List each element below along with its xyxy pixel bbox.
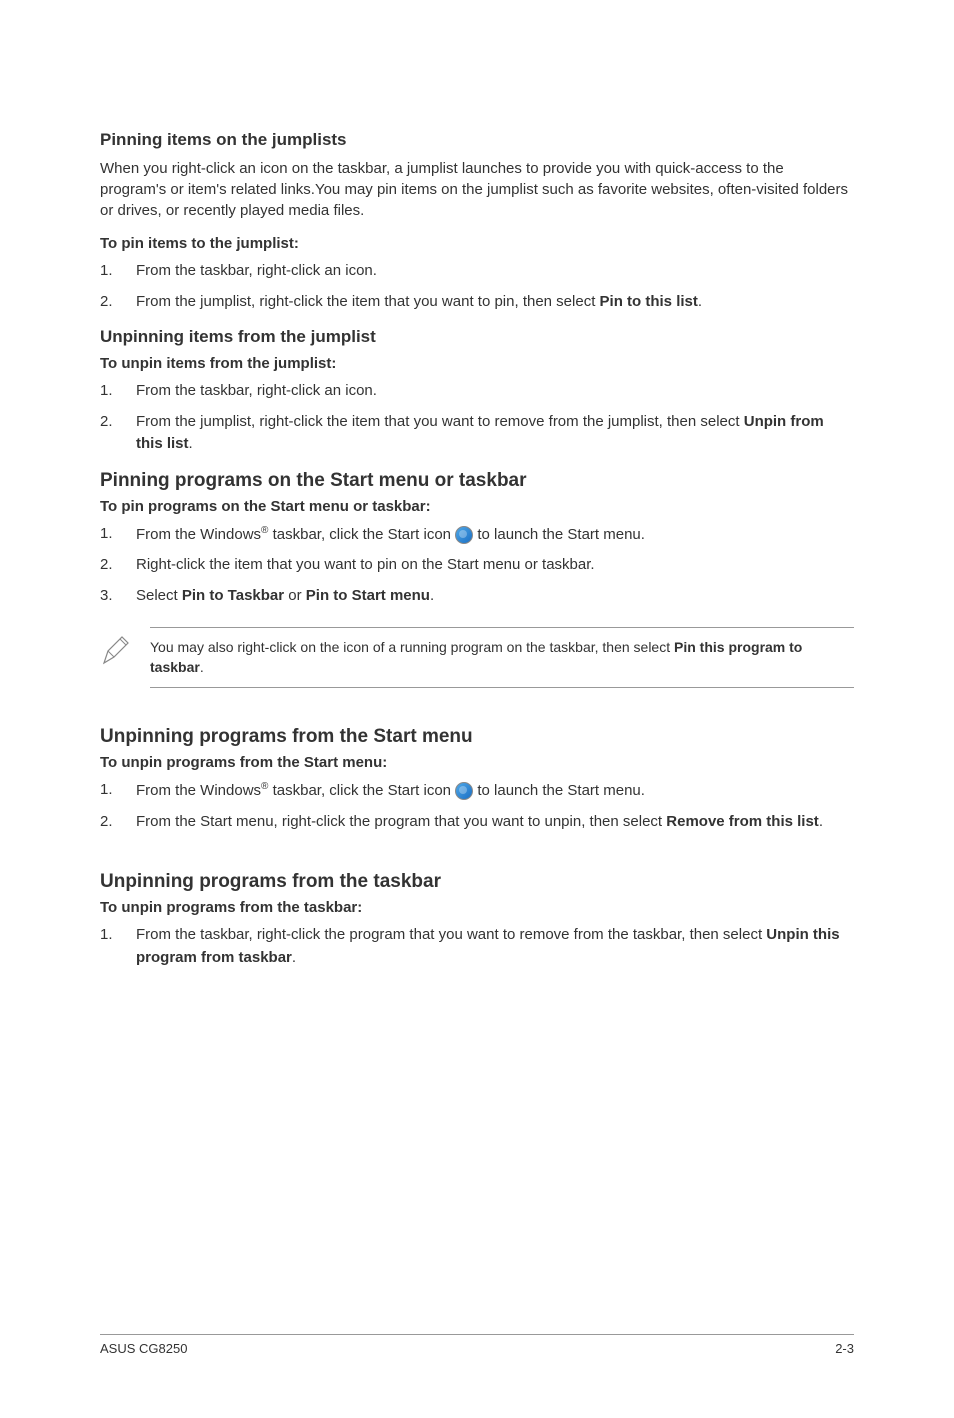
heading-pinning-start-taskbar: Pinning programs on the Start menu or ta…: [100, 470, 854, 492]
list-number: 2.: [100, 554, 136, 577]
list-number: 2.: [100, 411, 136, 456]
subheading-unpin-taskbar: To unpin programs from the taskbar:: [100, 899, 854, 916]
list-text: From the taskbar, right-click an icon.: [136, 380, 854, 403]
heading-unpinning-start: Unpinning programs from the Start menu: [100, 726, 854, 748]
list-text: From the taskbar, right-click the progra…: [136, 924, 854, 969]
list-number: 3.: [100, 585, 136, 608]
list-number: 1.: [100, 260, 136, 283]
heading-unpinning-jumplist: Unpinning items from the jumplist: [100, 327, 854, 347]
list-item: 2. From the jumplist, right-click the it…: [100, 291, 854, 314]
list-item: 1. From the Windows® taskbar, click the …: [100, 523, 854, 547]
pencil-icon: [100, 627, 150, 688]
list-text: Right-click the item that you want to pi…: [136, 554, 854, 577]
start-icon: [455, 782, 473, 800]
list-number: 1.: [100, 779, 136, 803]
start-icon: [455, 526, 473, 544]
list-item: 3. Select Pin to Taskbar or Pin to Start…: [100, 585, 854, 608]
subheading-unpin-start: To unpin programs from the Start menu:: [100, 754, 854, 771]
list-text: From the jumplist, right-click the item …: [136, 291, 854, 314]
list-number: 1.: [100, 523, 136, 547]
list-item: 2. From the Start menu, right-click the …: [100, 811, 854, 834]
list-item: 2. From the jumplist, right-click the it…: [100, 411, 854, 456]
list-item: 1. From the taskbar, right-click an icon…: [100, 260, 854, 283]
page-footer: ASUS CG8250 2-3: [100, 1334, 854, 1356]
subheading-pin-jumplist: To pin items to the jumplist:: [100, 235, 854, 252]
heading-unpinning-taskbar: Unpinning programs from the taskbar: [100, 871, 854, 893]
footer-page-number: 2-3: [835, 1341, 854, 1356]
note-content: You may also right-click on the icon of …: [150, 627, 854, 688]
intro-paragraph: When you right-click an icon on the task…: [100, 158, 854, 221]
list-item: 2. Right-click the item that you want to…: [100, 554, 854, 577]
note-box: You may also right-click on the icon of …: [100, 627, 854, 688]
list-number: 1.: [100, 380, 136, 403]
subheading-unpin-jumplist: To unpin items from the jumplist:: [100, 355, 854, 372]
list-text: From the Start menu, right-click the pro…: [136, 811, 854, 834]
list-text: Select Pin to Taskbar or Pin to Start me…: [136, 585, 854, 608]
list-text: From the Windows® taskbar, click the Sta…: [136, 779, 854, 803]
list-item: 1. From the taskbar, right-click the pro…: [100, 924, 854, 969]
list-number: 2.: [100, 811, 136, 834]
list-text: From the taskbar, right-click an icon.: [136, 260, 854, 283]
list-number: 1.: [100, 924, 136, 969]
list-item: 1. From the Windows® taskbar, click the …: [100, 779, 854, 803]
subheading-pin-start-taskbar: To pin programs on the Start menu or tas…: [100, 498, 854, 515]
list-number: 2.: [100, 291, 136, 314]
list-item: 1. From the taskbar, right-click an icon…: [100, 380, 854, 403]
footer-left: ASUS CG8250: [100, 1341, 187, 1356]
heading-pinning-jumplists: Pinning items on the jumplists: [100, 130, 854, 150]
list-text: From the jumplist, right-click the item …: [136, 411, 854, 456]
list-text: From the Windows® taskbar, click the Sta…: [136, 523, 854, 547]
